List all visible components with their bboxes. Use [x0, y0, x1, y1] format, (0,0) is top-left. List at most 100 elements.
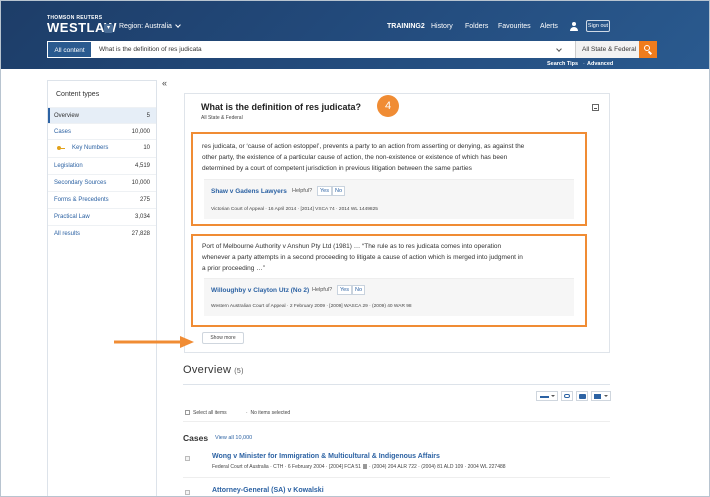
document-icon: [362, 464, 367, 469]
link-button[interactable]: [561, 391, 573, 401]
overview-count: (5): [234, 368, 244, 375]
sidebar-item-practical-law[interactable]: Practical Law 3,034: [48, 208, 156, 224]
sidebar-item-count: 5: [146, 113, 150, 119]
email-icon: [594, 394, 601, 399]
header: THOMSON REUTERS WESTLAW ▾ Region: Austra…: [1, 1, 709, 69]
sidebar-item-label: Key Numbers: [72, 145, 109, 151]
search-input[interactable]: What is the definition of res judicata: [99, 41, 559, 58]
sidebar-item-overview[interactable]: Overview 5: [48, 107, 156, 124]
overview-title: Overview (5): [183, 364, 244, 376]
sidebar-item-count: 275: [139, 197, 150, 203]
sidebar-item-legislation[interactable]: Legislation 4,519: [48, 157, 156, 173]
sidebar-title: Content types: [56, 91, 100, 98]
sidebar-item-count: 4,519: [134, 163, 150, 169]
answer-result: Port of Melbourne Authority v Anshun Pty…: [191, 234, 587, 327]
view-options-button[interactable]: [536, 391, 558, 401]
nav-training2[interactable]: TRAINING2: [387, 20, 425, 34]
search-tips-link[interactable]: Search Tips: [547, 61, 578, 67]
sidebar-item-cases[interactable]: Cases 10,000: [48, 123, 156, 139]
email-button[interactable]: [591, 391, 611, 401]
content-scope-button[interactable]: All content: [47, 41, 92, 58]
search-bar: All content What is the definition of re…: [47, 41, 657, 58]
show-more-button[interactable]: Show more: [202, 332, 244, 344]
sidebar-item-forms-precedents[interactable]: Forms & Precedents 275: [48, 191, 156, 207]
case-meta: Federal Court of Australia · CTH · 6 Feb…: [212, 464, 506, 470]
helpful-no-button[interactable]: No: [352, 285, 366, 295]
answer-line: res judicata, or ‘cause of action estopp…: [202, 143, 525, 150]
case-checkbox[interactable]: [185, 490, 190, 495]
case-link[interactable]: Wong v Minister for Immigration & Multic…: [212, 453, 440, 460]
product-menu-icon[interactable]: ▾: [104, 24, 113, 33]
sidebar-item-count: 3,034: [134, 214, 150, 220]
select-all-checkbox[interactable]: Select all items: [185, 410, 227, 416]
sidebar-item-count: 10: [143, 145, 150, 151]
user-icon[interactable]: [570, 22, 578, 31]
citation-box: Shaw v Gadens Lawyers Helpful? Yes No Vi…: [204, 179, 574, 219]
nav-alerts[interactable]: Alerts: [540, 20, 558, 34]
region-label: Region: Australia: [119, 23, 172, 30]
sidebar-item-label: All results: [54, 231, 81, 237]
sidebar-item-count: 27,828: [131, 231, 150, 237]
answer-result: res judicata, or ‘cause of action estopp…: [191, 132, 587, 226]
folder-icon: [579, 394, 586, 399]
answer-card: What is the definition of res judicata? …: [184, 93, 610, 353]
sidebar-item-secondary-sources[interactable]: Secondary Sources 10,000: [48, 174, 156, 190]
case-link[interactable]: Willoughby v Clayton Utz (No 2): [211, 287, 309, 294]
app-frame: THOMSON REUTERS WESTLAW ▾ Region: Austra…: [0, 0, 710, 497]
cases-section-title: Cases: [183, 433, 209, 443]
key-icon: [57, 146, 65, 150]
nav-folders[interactable]: Folders: [465, 20, 488, 34]
region-selector[interactable]: Region: Australia: [119, 22, 181, 30]
question-scope: All State & Federal: [201, 115, 243, 121]
sidebar-item-label: Legislation: [54, 163, 83, 169]
jurisdiction-selector[interactable]: All State & Federal: [575, 41, 639, 58]
case-checkbox[interactable]: [185, 456, 190, 461]
citation-box: Willoughby v Clayton Utz (No 2) Helpful?…: [204, 278, 574, 316]
pointer-arrow-icon: [114, 336, 194, 348]
content-types-sidebar: Content types Overview 5 Cases 10,000 Ke…: [47, 80, 157, 496]
chevron-down-icon: [175, 22, 181, 28]
sidebar-item-label: Cases: [54, 129, 72, 135]
answer-line: other party, the existence of a particul…: [202, 154, 508, 161]
question-title: What is the definition of res judicata?: [201, 102, 362, 112]
nav-favourites[interactable]: Favourites: [498, 20, 531, 34]
helpful-yes-button[interactable]: Yes: [317, 186, 332, 196]
sidebar-item-all-results[interactable]: All results 27,828: [48, 225, 156, 241]
helpful-yes-button[interactable]: Yes: [337, 285, 352, 295]
search-button[interactable]: [639, 41, 657, 58]
nav-history[interactable]: History: [431, 20, 453, 34]
helpful-label: Helpful?: [312, 287, 333, 293]
citation-meta: Western Australian Court of Appeal · 2 F…: [211, 304, 412, 309]
collapse-card-icon[interactable]: [592, 104, 599, 111]
selection-status: · No items selected: [246, 410, 291, 416]
answer-text: res judicata, or ‘cause of action estopp…: [202, 141, 578, 174]
case-link[interactable]: Attorney-General (SA) v Kowalski: [212, 487, 324, 494]
collapse-sidebar-icon[interactable]: «: [162, 78, 167, 88]
caret-down-icon: [604, 395, 608, 397]
selection-status-text: No items selected: [250, 410, 291, 416]
case-link[interactable]: Shaw v Gadens Lawyers: [211, 188, 287, 195]
sidebar-item-label: Practical Law: [54, 214, 90, 220]
link-icon: [564, 394, 570, 398]
view-all-cases-link[interactable]: View all 10,000: [215, 435, 252, 441]
step-badge: 4: [377, 95, 399, 117]
caret-down-icon: [551, 395, 555, 397]
answer-line: determined by a court of competent juris…: [202, 165, 472, 172]
overview-title-text: Overview: [183, 364, 232, 376]
sidebar-item-key-numbers[interactable]: Key Numbers 10: [48, 139, 156, 155]
sidebar-item-label: Overview: [54, 113, 80, 119]
checkbox[interactable]: [185, 410, 190, 415]
sidebar-item-label: Forms & Precedents: [54, 197, 109, 203]
folder-button[interactable]: [576, 391, 588, 401]
citation-meta: Victorian Court of Appeal · 16 April 201…: [211, 207, 378, 212]
helpful-no-button[interactable]: No: [332, 186, 346, 196]
answer-line: whenever a party attempts in a second pr…: [202, 254, 523, 261]
sign-out-button[interactable]: Sign out: [586, 20, 610, 32]
case-meta-left: Federal Court of Australia · CTH · 6 Feb…: [212, 464, 361, 470]
list-view-icon: [540, 396, 549, 398]
helpful-label: Helpful?: [292, 188, 313, 194]
advanced-search-link[interactable]: Advanced: [587, 61, 613, 67]
answer-line: Port of Melbourne Authority v Anshun Pty…: [202, 243, 502, 250]
answer-text: Port of Melbourne Authority v Anshun Pty…: [202, 241, 578, 274]
search-icon: [644, 45, 650, 51]
